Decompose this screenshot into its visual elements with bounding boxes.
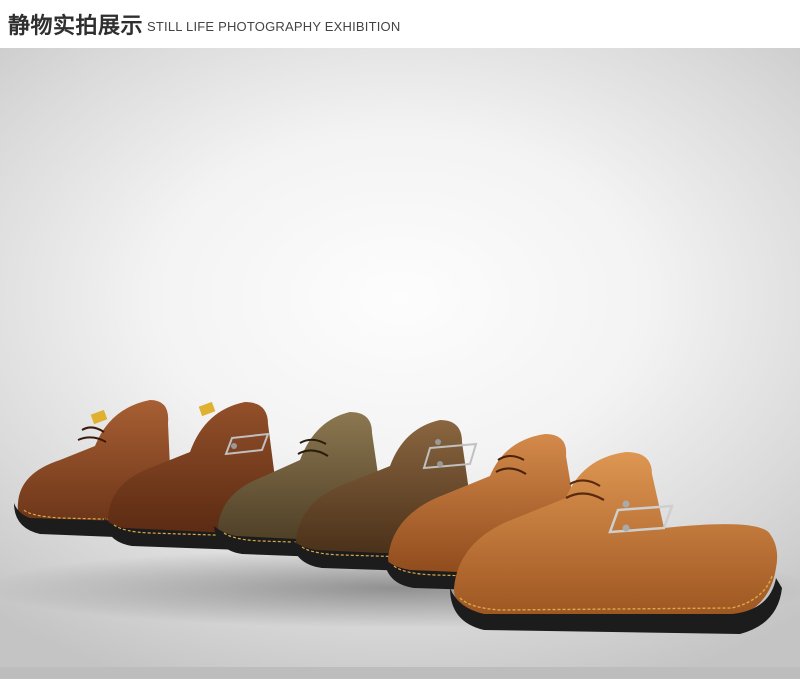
shoe-row-illustration	[0, 400, 800, 634]
page-header: 静物实拍展示 STILL LIFE PHOTOGRAPHY EXHIBITION	[0, 0, 800, 48]
product-photo	[0, 48, 800, 667]
section-title-chinese: 静物实拍展示	[8, 14, 144, 39]
bottom-divider	[0, 667, 800, 679]
section-title-english: STILL LIFE PHOTOGRAPHY EXHIBITION	[147, 18, 401, 34]
